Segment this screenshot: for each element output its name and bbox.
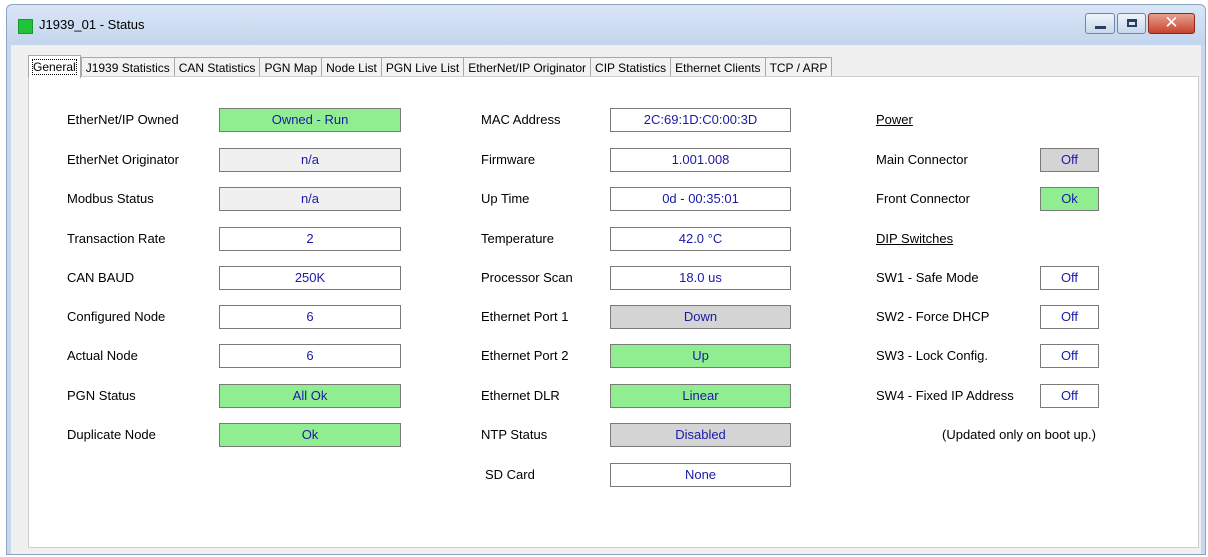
tab-ethernet-ip-originator[interactable]: EtherNet/IP Originator [463, 57, 591, 78]
label-can-baud: CAN BAUD [67, 270, 135, 285]
tab-cip-statistics[interactable]: CIP Statistics [590, 57, 671, 78]
value-ethernet-originator: n/a [219, 148, 401, 172]
tab-label: J1939 Statistics [85, 61, 170, 75]
tab-label: EtherNet/IP Originator [468, 61, 587, 75]
label-ethernet-port-1: Ethernet Port 1 [481, 309, 569, 324]
tab-strip: General J1939 Statistics CAN Statistics … [28, 55, 833, 78]
value-ethernet-dlr: Linear [610, 384, 791, 408]
status-window: J1939_01 - Status ✕ General J1939 Statis… [6, 4, 1206, 555]
value-sw2-force-dhcp: Off [1040, 305, 1099, 329]
label-sd-card: SD Card [485, 467, 535, 482]
value-can-baud: 250K [219, 266, 401, 290]
maximize-button[interactable] [1117, 13, 1146, 34]
tab-label: Node List [326, 61, 377, 75]
label-duplicate-node: Duplicate Node [67, 427, 156, 442]
label-configured-node: Configured Node [67, 309, 166, 324]
close-button[interactable]: ✕ [1148, 13, 1195, 34]
value-front-connector: Ok [1040, 187, 1099, 211]
label-ethernet-originator: EtherNet Originator [67, 152, 179, 167]
label-mac-address: MAC Address [481, 112, 561, 127]
maximize-icon [1127, 19, 1137, 27]
value-sw1-safe-mode: Off [1040, 266, 1099, 290]
value-modbus-status: n/a [219, 187, 401, 211]
label-modbus-status: Modbus Status [67, 191, 154, 206]
minimize-button[interactable] [1085, 13, 1115, 34]
value-sw4-fixed-ip-address: Off [1040, 384, 1099, 408]
value-ethernet-ip-owned: Owned - Run [219, 108, 401, 132]
value-transaction-rate: 2 [219, 227, 401, 251]
value-ntp-status: Disabled [610, 423, 791, 447]
label-up-time: Up Time [481, 191, 530, 206]
value-mac-address: 2C:69:1D:C0:00:3D [610, 108, 791, 132]
tab-pgn-live-list[interactable]: PGN Live List [380, 57, 464, 78]
tab-label: CAN Statistics [178, 61, 256, 75]
tab-can-statistics[interactable]: CAN Statistics [173, 57, 260, 78]
tab-label: CIP Statistics [595, 61, 667, 75]
label-ntp-status: NTP Status [481, 427, 548, 442]
tab-ethernet-clients[interactable]: Ethernet Clients [670, 57, 765, 78]
dip-switches-heading: DIP Switches [876, 231, 954, 246]
value-up-time: 0d - 00:35:01 [610, 187, 791, 211]
tab-node-list[interactable]: Node List [321, 57, 381, 78]
value-ethernet-port-1: Down [610, 305, 791, 329]
label-ethernet-port-2: Ethernet Port 2 [481, 348, 569, 363]
value-ethernet-port-2: Up [610, 344, 791, 368]
boot-update-note: (Updated only on boot up.) [942, 427, 1096, 442]
window-title: J1939_01 - Status [39, 17, 145, 32]
value-temperature: 42.0 °C [610, 227, 791, 251]
value-firmware: 1.001.008 [610, 148, 791, 172]
tab-label: PGN Map [264, 61, 318, 75]
label-actual-node: Actual Node [67, 348, 138, 363]
tab-label: General [32, 59, 77, 75]
tab-label: PGN Live List [385, 61, 460, 75]
label-pgn-status: PGN Status [67, 388, 136, 403]
label-sw3-lock-config: SW3 - Lock Config. [876, 348, 988, 363]
close-icon: ✕ [1164, 13, 1179, 33]
window-client-area: General J1939 Statistics CAN Statistics … [11, 45, 1201, 554]
value-sw3-lock-config: Off [1040, 344, 1099, 368]
tab-j1939-statistics[interactable]: J1939 Statistics [80, 57, 174, 78]
tab-label: TCP / ARP [769, 61, 828, 75]
label-sw2-force-dhcp: SW2 - Force DHCP [876, 309, 990, 324]
label-transaction-rate: Transaction Rate [67, 231, 166, 246]
value-main-connector: Off [1040, 148, 1099, 172]
value-configured-node: 6 [219, 305, 401, 329]
value-actual-node: 6 [219, 344, 401, 368]
minimize-icon [1095, 26, 1106, 29]
value-processor-scan: 18.0 us [610, 266, 791, 290]
tab-label: Ethernet Clients [675, 61, 761, 75]
title-bar[interactable]: J1939_01 - Status ✕ [7, 5, 1205, 45]
value-sd-card: None [610, 463, 791, 487]
tab-pgn-map[interactable]: PGN Map [259, 57, 322, 78]
label-ethernet-ip-owned: EtherNet/IP Owned [67, 112, 179, 127]
tab-tcp-arp[interactable]: TCP / ARP [764, 57, 833, 78]
tab-general[interactable]: General [28, 55, 81, 78]
label-sw4-fixed-ip-address: SW4 - Fixed IP Address [876, 388, 1014, 403]
value-duplicate-node: Ok [219, 423, 401, 447]
app-status-icon [18, 19, 33, 34]
power-heading: Power [876, 112, 913, 127]
label-front-connector: Front Connector [876, 191, 970, 206]
label-sw1-safe-mode: SW1 - Safe Mode [876, 270, 979, 285]
label-firmware: Firmware [481, 152, 536, 167]
label-temperature: Temperature [481, 231, 554, 246]
general-tab-panel: EtherNet/IP Owned Owned - Run EtherNet O… [28, 76, 1199, 548]
value-pgn-status: All Ok [219, 384, 401, 408]
label-ethernet-dlr: Ethernet DLR [481, 388, 560, 403]
label-main-connector: Main Connector [876, 152, 968, 167]
label-processor-scan: Processor Scan [481, 270, 573, 285]
